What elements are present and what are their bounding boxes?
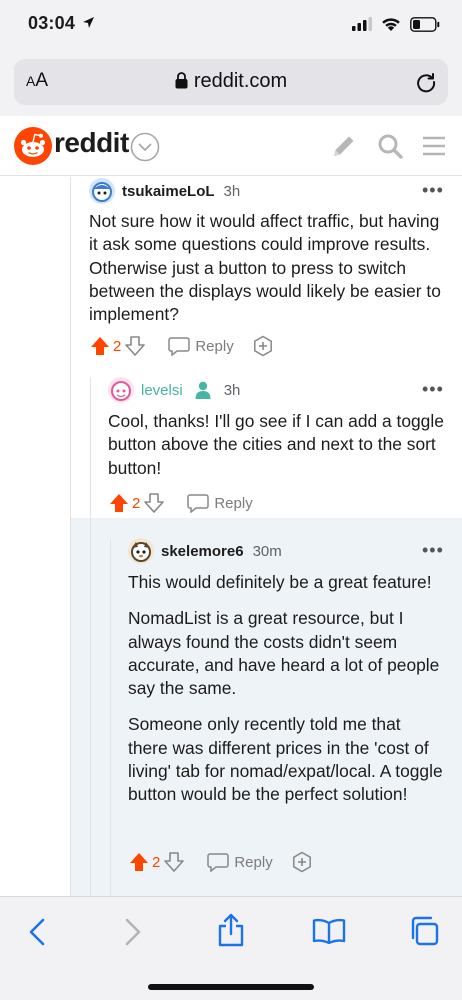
more-icon[interactable]: ••• (422, 181, 444, 199)
reddit-snoo-icon[interactable] (14, 127, 52, 165)
avatar[interactable] (108, 377, 134, 403)
reply-button[interactable]: Reply (207, 852, 273, 872)
comment-body: This would definitely be a great feature… (128, 572, 443, 805)
avatar[interactable] (128, 538, 154, 564)
tabs-icon[interactable] (408, 915, 440, 947)
downvote-icon[interactable] (143, 492, 165, 514)
award-icon (292, 851, 311, 873)
location-arrow-icon (83, 17, 95, 28)
award-button[interactable] (291, 851, 313, 873)
downvote-icon[interactable] (124, 335, 146, 357)
reply-icon (207, 853, 230, 872)
reply-icon (168, 337, 191, 356)
award-icon (253, 335, 272, 357)
chevron-down-icon[interactable] (130, 132, 160, 162)
reddit-header: reddit (0, 116, 462, 176)
more-icon[interactable]: ••• (422, 380, 444, 398)
comment-levelsi: levelsi 3h ••• Cool, thanks! I'll go see… (0, 375, 462, 525)
pencil-icon[interactable] (330, 132, 358, 160)
reply-icon (187, 494, 210, 513)
share-icon[interactable] (216, 913, 246, 947)
upvote-icon[interactable] (128, 851, 150, 873)
vote-count: 2 (113, 337, 122, 355)
username[interactable]: skelemore6 (161, 543, 244, 560)
comment-actions: 2 Reply (128, 851, 313, 873)
timestamp: 3h (223, 182, 241, 200)
comment-body: Not sure how it would affect traffic, bu… (89, 211, 441, 325)
address-bar[interactable]: AA reddit.com (14, 59, 448, 105)
vote-count: 2 (152, 853, 161, 871)
status-bar: 03:04 (0, 0, 462, 50)
comment-skelemore6: skelemore6 30m ••• This would definitely… (0, 536, 462, 896)
bookmarks-icon[interactable] (312, 918, 346, 944)
wifi-icon (382, 17, 400, 31)
comment-actions: 2 Reply (89, 335, 274, 357)
award-button[interactable] (252, 335, 274, 357)
lock-icon (175, 72, 188, 89)
comment-tsukaimelol: tsukaimeLoL 3h ••• Not sure how it would… (0, 177, 462, 367)
timestamp: 3h (223, 381, 241, 399)
downvote-icon[interactable] (163, 851, 185, 873)
back-icon[interactable] (26, 917, 50, 947)
vote-count: 2 (132, 494, 141, 512)
reply-button[interactable]: Reply (168, 336, 234, 356)
avatar[interactable] (89, 178, 115, 204)
comment-actions: 2 Reply (108, 492, 253, 514)
status-time: 03:04 (28, 13, 95, 34)
status-indicators (352, 15, 440, 33)
more-icon[interactable]: ••• (422, 541, 444, 559)
comment-body: Cool, thanks! I'll go see if I can add a… (108, 411, 444, 478)
signal-icon (352, 17, 372, 31)
upvote-icon[interactable] (108, 492, 130, 514)
browser-top-bar: AA reddit.com (0, 50, 462, 116)
battery-icon (410, 16, 440, 32)
username[interactable]: tsukaimeLoL (122, 183, 215, 200)
reload-icon[interactable] (414, 70, 438, 94)
hamburger-icon[interactable] (420, 132, 448, 160)
reddit-wordmark[interactable]: reddit (54, 127, 129, 159)
comment-thread: tsukaimeLoL 3h ••• Not sure how it would… (0, 177, 462, 896)
username[interactable]: levelsi (141, 382, 183, 399)
home-indicator (148, 984, 314, 990)
timestamp: 30m (252, 542, 282, 560)
url-text[interactable]: reddit.com (194, 70, 287, 92)
search-icon[interactable] (376, 132, 404, 160)
forward-icon[interactable] (120, 917, 144, 947)
upvote-icon[interactable] (89, 335, 111, 357)
mod-shield-icon (195, 381, 211, 399)
reply-button[interactable]: Reply (187, 493, 253, 513)
